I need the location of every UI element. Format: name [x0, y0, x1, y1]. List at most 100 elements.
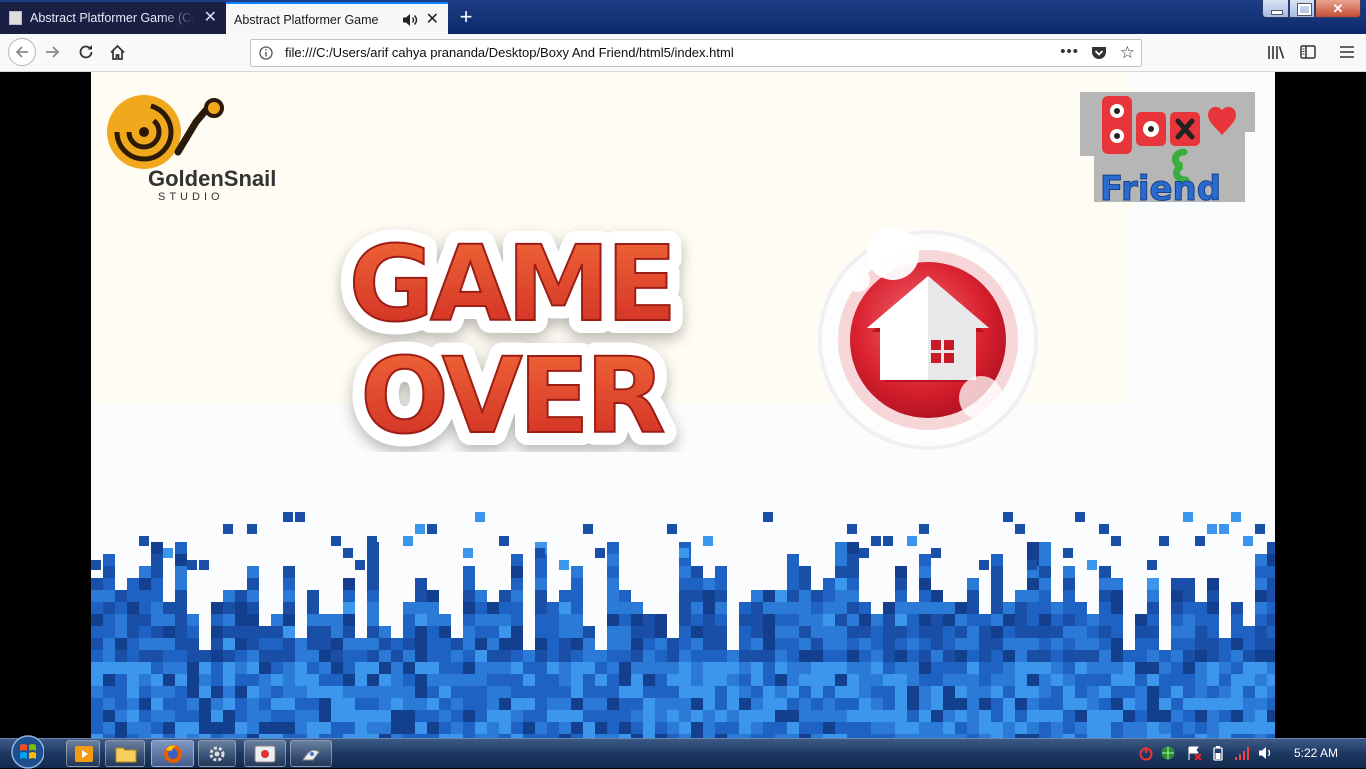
ground-pixel — [559, 662, 571, 674]
ground-pixel — [259, 626, 271, 638]
ground-pixel — [1063, 710, 1075, 722]
ground-pixel — [967, 686, 979, 698]
close-tab-icon[interactable]: ✕ — [426, 4, 439, 34]
pocket-icon[interactable] — [1091, 46, 1107, 60]
ground-pixel — [1015, 638, 1027, 650]
ground-pixel — [91, 698, 103, 710]
game-canvas[interactable]: GoldenSnail STUDIO Friend GAME OVER GAME… — [91, 72, 1275, 738]
ground-pixel — [919, 566, 931, 578]
action-center-flag-icon[interactable] — [1186, 745, 1202, 761]
menu-button[interactable] — [1335, 40, 1359, 64]
ground-pixel — [247, 662, 259, 674]
window-maximize-button[interactable] — [1289, 0, 1315, 18]
taskbar-settings[interactable] — [198, 740, 236, 767]
taskbar-media-player[interactable] — [66, 740, 100, 767]
ground-pixel — [499, 686, 511, 698]
ground-pixel — [1171, 650, 1183, 662]
ground-pixel — [295, 662, 307, 674]
ground-pixel — [835, 590, 847, 602]
ground-pixel — [955, 602, 967, 614]
url-text[interactable]: file:///C:/Users/arif cahya prananda/Des… — [285, 40, 734, 66]
ground-pixel — [727, 674, 739, 686]
home-nav-button[interactable] — [105, 40, 129, 64]
volume-icon[interactable] — [1258, 745, 1274, 761]
tab-abstract-platformer-con[interactable]: Abstract Platformer Game (Con ✕ — [0, 2, 226, 34]
ground-pixel — [211, 722, 223, 734]
ground-pixel — [139, 638, 151, 650]
ground-pixel — [679, 626, 691, 638]
ground-pixel — [403, 626, 415, 638]
ground-pixel — [895, 674, 907, 686]
ground-pixel — [571, 662, 583, 674]
taskbar-app-5[interactable] — [244, 740, 286, 767]
ground-pixel — [835, 674, 847, 686]
ground-pixel — [979, 686, 991, 698]
ground-pixel — [511, 722, 523, 734]
ground-pixel — [679, 638, 691, 650]
ground-pixel — [1087, 650, 1099, 662]
ground-pixel — [955, 698, 967, 710]
floating-pixel — [871, 536, 881, 546]
taskbar-firefox[interactable] — [151, 740, 194, 767]
taskbar-app-6[interactable] — [290, 740, 332, 767]
power-icon[interactable] — [1138, 745, 1154, 761]
bookmark-star-icon[interactable]: ☆ — [1120, 42, 1135, 64]
sidebar-button[interactable] — [1296, 40, 1320, 64]
ground-pixel — [511, 602, 523, 614]
ground-pixel — [631, 626, 643, 638]
ground-pixel — [1219, 686, 1231, 698]
tab-title: Abstract Platformer Game (Con — [30, 11, 195, 25]
ground-pixel — [991, 626, 1003, 638]
forward-button[interactable] — [41, 40, 65, 64]
close-tab-icon[interactable]: ✕ — [204, 2, 217, 34]
taskbar-clock[interactable]: 5:22 AM — [1294, 739, 1338, 767]
back-button[interactable] — [8, 38, 36, 66]
ground-pixel — [547, 626, 559, 638]
ground-pixel — [1219, 674, 1231, 686]
speaker-icon[interactable] — [402, 13, 418, 27]
signal-strength-icon[interactable] — [1234, 745, 1250, 761]
start-button[interactable] — [4, 735, 44, 769]
ground-pixel — [511, 686, 523, 698]
ground-pixel — [655, 686, 667, 698]
reload-button[interactable] — [74, 40, 98, 64]
taskbar-file-explorer[interactable] — [105, 740, 145, 767]
tab-abstract-platformer-active[interactable]: Abstract Platformer Game ✕ — [226, 2, 448, 34]
network-globe-icon[interactable] — [1160, 745, 1176, 761]
ground-pixel — [499, 710, 511, 722]
ground-pixel — [1099, 590, 1111, 602]
ground-pixel — [103, 674, 115, 686]
ground-pixel — [1255, 590, 1267, 602]
window-minimize-button[interactable] — [1262, 0, 1289, 18]
ground-pixel — [763, 686, 775, 698]
ground-pixel — [775, 686, 787, 698]
ground-pixel — [127, 674, 139, 686]
library-button[interactable] — [1264, 40, 1288, 64]
ground-pixel — [1099, 626, 1111, 638]
ground-pixel — [355, 686, 367, 698]
ground-pixel — [1063, 662, 1075, 674]
info-icon[interactable] — [259, 46, 273, 60]
ground-pixel — [787, 686, 799, 698]
ground-pixel — [847, 626, 859, 638]
ground-pixel — [691, 590, 703, 602]
ground-pixel — [751, 698, 763, 710]
ground-pixel — [871, 674, 883, 686]
battery-icon[interactable] — [1210, 745, 1226, 761]
ground-pixel — [1063, 638, 1075, 650]
ground-pixel — [1075, 614, 1087, 626]
ground-pixel — [475, 590, 487, 602]
ground-pixel — [139, 566, 151, 578]
ground-pixel — [619, 674, 631, 686]
page-actions-more-icon[interactable]: ••• — [1060, 40, 1079, 64]
window-close-button[interactable]: ✕ — [1315, 0, 1361, 18]
ground-pixel — [787, 638, 799, 650]
ground-pixel — [1003, 722, 1015, 734]
ground-pixel — [1039, 602, 1051, 614]
ground-pixel — [811, 662, 823, 674]
ground-pixel — [967, 650, 979, 662]
home-button[interactable] — [813, 220, 1043, 450]
url-bar[interactable]: file:///C:/Users/arif cahya prananda/Des… — [250, 39, 1142, 67]
ground-pixel — [259, 650, 271, 662]
new-tab-button[interactable]: + — [456, 4, 476, 30]
